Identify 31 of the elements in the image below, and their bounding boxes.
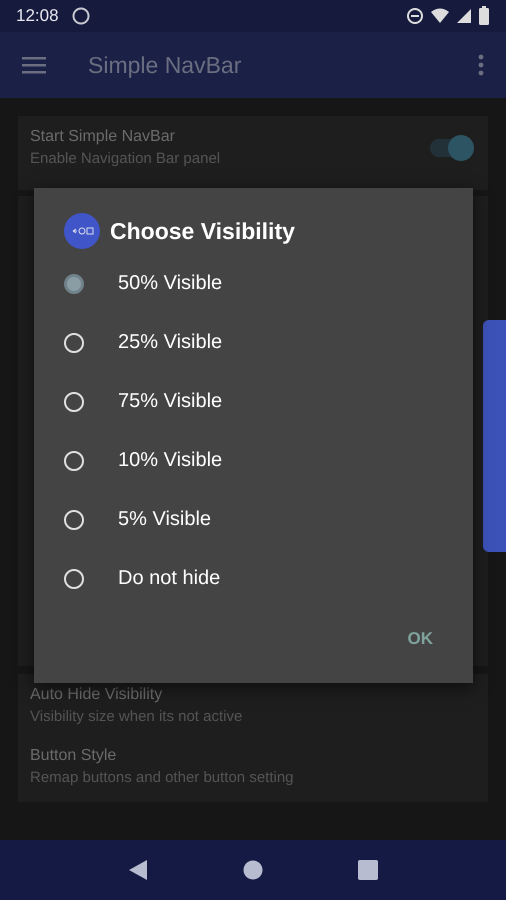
more-options-icon[interactable] (478, 54, 484, 76)
back-icon[interactable] (128, 859, 148, 881)
radio-option[interactable]: 25% Visible (34, 313, 473, 372)
radio-option[interactable]: 5% Visible (34, 490, 473, 549)
sync-icon (70, 6, 91, 26)
home-icon[interactable] (242, 860, 263, 880)
clock-text: 12:08 (16, 6, 59, 26)
radio-option[interactable]: Do not hide (34, 549, 473, 608)
app-logo-icon (64, 213, 100, 249)
option-label: 5% Visible (118, 508, 212, 531)
app-title: Simple NavBar (88, 52, 242, 78)
option-label: 25% Visible (118, 331, 222, 354)
recents-icon[interactable] (358, 860, 378, 880)
menu-icon[interactable] (22, 56, 46, 74)
option-label: 75% Visible (118, 390, 222, 413)
do-not-disturb-icon (406, 7, 424, 25)
wifi-icon (430, 7, 450, 25)
setting-title: Start Simple NavBar (30, 128, 176, 146)
radio-option[interactable]: 50% Visible (34, 254, 473, 313)
radio-button[interactable] (64, 274, 84, 294)
setting-title: Button Style (30, 747, 118, 765)
signal-icon (456, 7, 472, 25)
setting-title: Auto Hide Visibility (30, 686, 164, 704)
dialog-title: Choose Visibility (110, 218, 295, 244)
battery-icon (478, 6, 490, 26)
option-label: 50% Visible (118, 272, 222, 295)
ok-button[interactable]: OK (398, 623, 443, 655)
radio-option[interactable]: 75% Visible (34, 372, 473, 431)
option-label: 10% Visible (118, 449, 222, 472)
option-label: Do not hide (118, 567, 220, 590)
radio-option[interactable]: 10% Visible (34, 431, 473, 490)
